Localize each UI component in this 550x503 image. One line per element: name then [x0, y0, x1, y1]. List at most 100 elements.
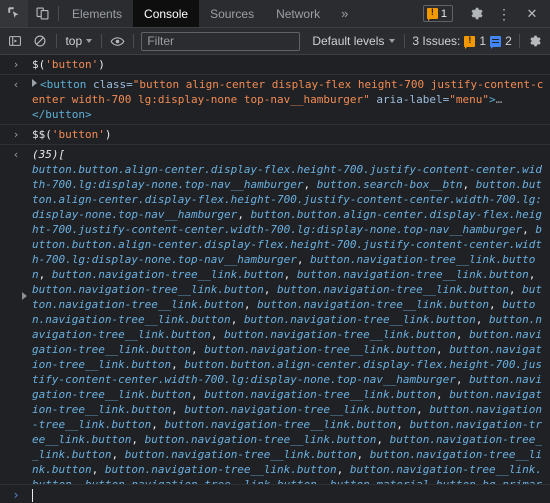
tab-console[interactable]: Console — [133, 0, 199, 27]
tab-network-label: Network — [276, 7, 320, 21]
array-item[interactable]: button.navigation-tree__link.button — [204, 388, 436, 401]
console-settings-gear-icon[interactable] — [523, 30, 548, 52]
clear-console-icon[interactable] — [27, 30, 52, 52]
array-separator: , — [416, 403, 429, 416]
console-output-array-message[interactable]: ‹ (35)[ button.button.align-center.displa… — [0, 145, 550, 484]
console-node-preview: <button class="button align-center displ… — [0, 77, 550, 122]
expand-array-triangle-icon[interactable] — [22, 292, 27, 300]
array-item[interactable]: button.navigation-tree__link.button — [244, 313, 476, 326]
console-output-node-message[interactable]: ‹ <button class="button align-center dis… — [0, 75, 550, 125]
tab-console-label: Console — [144, 7, 188, 21]
warning-icon — [427, 8, 438, 19]
array-separator: , — [436, 388, 449, 401]
command-string: 'button' — [45, 58, 98, 71]
console-toolbar-divider-4 — [404, 34, 405, 48]
array-separator: , — [237, 208, 250, 221]
array-separator: , — [436, 343, 449, 356]
issues-label: 3 Issues: — [412, 34, 460, 48]
array-item[interactable]: button.navigation-tree__link.button — [204, 343, 436, 356]
array-separator: , — [131, 433, 144, 446]
warning-count-badge[interactable]: 1 — [423, 5, 453, 22]
filter-input[interactable] — [141, 32, 300, 51]
array-separator: , — [191, 388, 204, 401]
expand-node-triangle-icon[interactable] — [32, 79, 37, 87]
array-item[interactable]: button.navigation-tree__link.button — [145, 433, 377, 446]
inspect-element-icon[interactable] — [0, 0, 28, 27]
more-tabs-icon[interactable]: » — [331, 0, 358, 27]
devtools-window: Elements Console Sources Network » 1 — [0, 0, 550, 503]
node-content-ellipsis[interactable]: … — [496, 93, 503, 106]
live-expression-eye-icon[interactable] — [105, 30, 130, 52]
console-toolbar-divider-2 — [101, 34, 102, 48]
array-item[interactable]: button.navigation-tree__link.button — [105, 463, 337, 476]
chevron-down-icon — [389, 39, 395, 43]
more-options-glyph: ⋮ — [497, 7, 511, 21]
array-item[interactable]: button.navigation-tree__link.button — [257, 298, 489, 311]
array-item[interactable]: button.navigation-tree__link.button — [32, 283, 264, 296]
output-arrow-icon: ‹ — [9, 77, 23, 92]
more-tabs-glyph: » — [341, 6, 348, 21]
console-toolbar-divider-1 — [56, 34, 57, 48]
array-separator: , — [151, 418, 164, 431]
command-prefix: $( — [32, 58, 45, 71]
execution-context-selector[interactable]: top — [59, 31, 98, 51]
input-arrow-icon: › — [9, 57, 23, 72]
array-separator: , — [244, 298, 257, 311]
prompt-text-cursor — [32, 489, 33, 502]
array-separator: , — [304, 178, 317, 191]
array-separator: , — [72, 478, 85, 484]
command-string: 'button' — [52, 128, 105, 141]
console-message-list[interactable]: › $('button') ‹ <button class="button al… — [0, 55, 550, 484]
array-separator: , — [317, 478, 330, 484]
chevron-down-icon — [86, 39, 92, 43]
array-separator: , — [357, 448, 370, 461]
array-separator: , — [489, 298, 502, 311]
info-icon — [490, 36, 501, 47]
close-icon[interactable]: ✕ — [518, 7, 546, 20]
array-items-list: button.button.align-center.display-flex.… — [32, 163, 542, 484]
device-toolbar-icon[interactable] — [28, 0, 56, 27]
command-prefix: $$( — [32, 128, 52, 141]
array-item[interactable]: button.navigation-tree__link.button — [164, 418, 396, 431]
array-open-bracket: [ — [59, 148, 66, 161]
tab-sources[interactable]: Sources — [199, 0, 265, 27]
array-item[interactable]: button.navigation-tree__link.button — [184, 403, 416, 416]
array-separator: , — [171, 358, 184, 371]
node-attr-arialabel-name: aria-label= — [370, 93, 449, 106]
tab-elements-label: Elements — [72, 7, 122, 21]
tab-elements[interactable]: Elements — [61, 0, 133, 27]
array-separator: , — [231, 313, 244, 326]
node-attr-class-name: class= — [86, 78, 132, 91]
array-item[interactable]: button.navigation-tree__link.button — [125, 448, 357, 461]
array-separator: , — [529, 268, 542, 281]
array-item[interactable]: button.navigation-tree__link.button — [52, 268, 284, 281]
devtools-main-toolbar: Elements Console Sources Network » 1 — [0, 0, 550, 28]
main-toolbar-right: 1 ⋮ ✕ — [423, 0, 550, 27]
array-separator: , — [297, 253, 310, 266]
console-sidebar-toggle-icon[interactable] — [2, 30, 27, 52]
array-separator: , — [456, 328, 469, 341]
node-tag-open: <button — [40, 78, 86, 91]
array-item[interactable]: button.navigation-tree__link.button — [297, 268, 529, 281]
array-separator: , — [522, 223, 535, 236]
array-length-label: (35) — [32, 148, 59, 161]
more-options-icon[interactable]: ⋮ — [490, 7, 518, 21]
console-prompt[interactable]: › — [0, 484, 550, 503]
gear-icon[interactable] — [462, 6, 490, 21]
output-arrow-icon: ‹ — [9, 147, 23, 162]
console-toolbar-divider-5 — [519, 34, 520, 48]
log-levels-selector[interactable]: Default levels — [306, 31, 401, 51]
issues-summary-button[interactable]: 3 Issues: 1 2 — [408, 31, 515, 51]
array-item[interactable]: button.navigation-tree__link.button — [224, 328, 456, 341]
console-input-message[interactable]: › $$('button') — [0, 125, 550, 145]
panel-tabs: Elements Console Sources Network » — [61, 0, 358, 27]
tab-network[interactable]: Network — [265, 0, 331, 27]
console-array-preview: (35)[ button.button.align-center.display-… — [0, 147, 550, 484]
array-item[interactable]: button.navigation-tree__link.button — [277, 283, 509, 296]
console-input-message[interactable]: › $('button') — [0, 55, 550, 75]
array-item[interactable]: button.search-box__btn — [317, 178, 463, 191]
array-separator: , — [264, 283, 277, 296]
array-item[interactable]: button.navigation-tree__link.button — [85, 478, 317, 484]
array-separator: , — [92, 463, 105, 476]
array-separator: , — [456, 373, 469, 386]
